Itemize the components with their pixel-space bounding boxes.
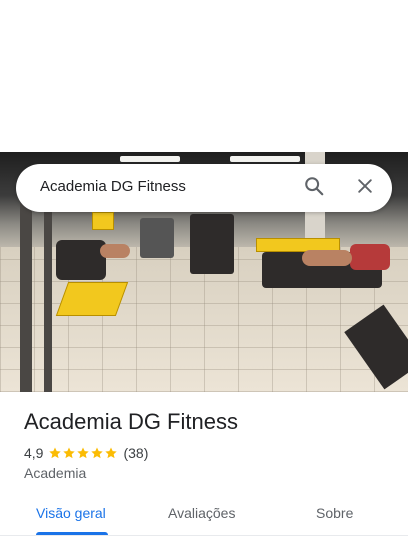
- rating-value: 4,9: [24, 445, 44, 461]
- place-category: Academia: [24, 465, 87, 481]
- photo-person-legs: [302, 250, 352, 266]
- photo-machine: [140, 218, 174, 258]
- tab-overview[interactable]: Visão geral: [36, 505, 106, 521]
- place-tabs: Visão geral Avaliações Sobre: [0, 496, 408, 544]
- photo-machine: [190, 214, 234, 274]
- rating-stars: [48, 446, 118, 460]
- photo-machine-seat: [55, 282, 129, 316]
- photo-machine-part: [92, 212, 114, 230]
- photo-person-arm: [100, 244, 130, 258]
- photo-equipment-frame: [44, 182, 52, 392]
- photo-person: [56, 240, 106, 280]
- star-icon: [77, 447, 90, 459]
- clear-search-button[interactable]: [349, 172, 381, 204]
- search-input[interactable]: Academia DG Fitness: [40, 178, 186, 195]
- place-title: Academia DG Fitness: [24, 409, 238, 434]
- photo-equipment-frame: [20, 182, 32, 392]
- tab-about[interactable]: Sobre: [316, 505, 353, 521]
- star-icon: [49, 447, 62, 459]
- review-count[interactable]: (38): [123, 445, 148, 461]
- star-icon: [105, 447, 118, 459]
- tabs-divider: [0, 535, 408, 536]
- star-icon: [63, 447, 76, 459]
- star-icon: [91, 447, 104, 459]
- place-details-page: Academia DG Fitness Academia DG Fitness …: [0, 0, 408, 544]
- search-bar[interactable]: Academia DG Fitness: [16, 164, 392, 212]
- tab-reviews[interactable]: Avaliações: [168, 505, 235, 521]
- photo-person: [350, 244, 390, 270]
- photo-ceiling-light: [120, 156, 180, 162]
- search-icon: [303, 175, 325, 202]
- close-icon: [355, 176, 375, 201]
- rating-row[interactable]: 4,9 (38): [24, 444, 148, 462]
- search-button[interactable]: [298, 172, 330, 204]
- photo-ceiling-light: [230, 156, 300, 162]
